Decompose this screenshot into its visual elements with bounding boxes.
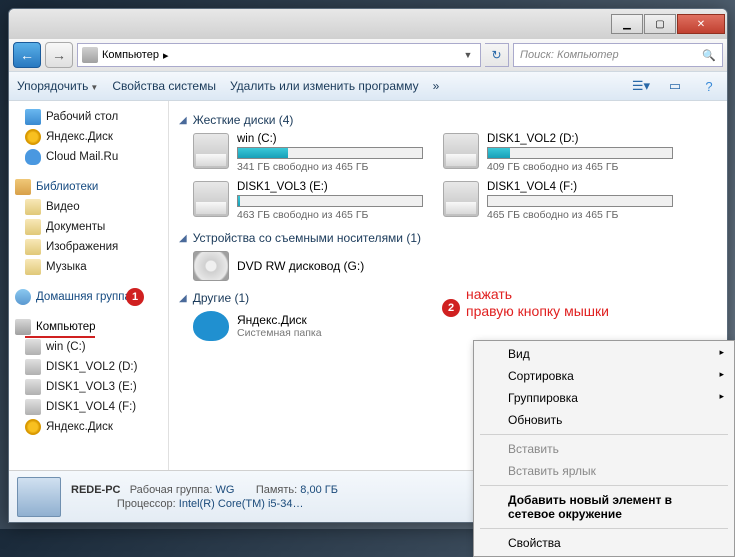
desktop-icon [25,109,41,125]
maximize-button[interactable]: ▢ [644,14,676,34]
minimize-button[interactable]: ▁ [611,14,643,34]
drive-capacity-bar [487,147,673,159]
drive-label: DISK1_VOL4 (F:) [487,181,673,193]
cloud-icon [25,149,41,165]
section-header-removable[interactable]: ◢Устройства со съемными носителями (1) [179,231,717,245]
other-item-sublabel: Системная папка [237,327,322,339]
drive-icon [25,379,41,395]
folder-icon [25,239,41,255]
drive-free-text: 409 ГБ свободно из 465 ГБ [487,161,673,173]
ctx-add-network-location[interactable]: Добавить новый элемент в сетевое окружен… [476,489,732,525]
help-icon[interactable]: ? [699,76,719,96]
drive-capacity-bar [237,195,423,207]
section-header-hdd[interactable]: ◢Жесткие диски (4) [179,113,717,127]
address-bar[interactable]: Компьютер ▸ ▼ [77,43,481,67]
drive-icon [193,181,229,217]
annotation-badge-1: 1 [126,288,144,306]
ctx-refresh[interactable]: Обновить [476,409,732,431]
sidebar-item-drive-d[interactable]: DISK1_VOL2 (D:) [11,357,166,377]
sidebar-nav: Рабочий стол Яндекс.Диск Cloud Mail.Ru Б… [9,101,169,470]
view-icon[interactable]: ☰▾ [631,76,651,96]
yandexdisk-icon [193,311,229,341]
computer-large-icon [17,477,61,517]
drive-icon [193,133,229,169]
sidebar-item-drive-e[interactable]: DISK1_VOL3 (E:) [11,377,166,397]
system-properties-button[interactable]: Свойства системы [112,79,216,93]
breadcrumb-item[interactable]: Компьютер [102,49,159,61]
toolbar: Упорядочить▼ Свойства системы Удалить ил… [9,71,727,101]
ctx-properties[interactable]: Свойства [476,532,732,554]
annotation-badge-2: 2 [442,299,460,317]
annotation-text: нажатьправую кнопку мышки [466,286,609,320]
sidebar-item-computer[interactable]: Компьютер [11,317,166,337]
drive-item[interactable]: DISK1_VOL4 (F:) 465 ГБ свободно из 465 ГБ [443,181,673,221]
organize-menu[interactable]: Упорядочить▼ [17,79,98,93]
breadcrumb-separator: ▸ [163,49,169,62]
homegroup-icon [15,289,31,305]
forward-button[interactable]: → [45,42,73,68]
close-button[interactable]: ✕ [677,14,725,34]
drive-icon [25,339,41,355]
context-menu: Вид▸ Сортировка▸ Группировка▸ Обновить В… [473,340,735,557]
dvd-label: DVD RW дисковод (G:) [237,259,364,273]
preview-pane-icon[interactable]: ▭ [665,76,685,96]
drive-capacity-bar [487,195,673,207]
search-placeholder: Поиск: Компьютер [520,49,619,61]
yandexdisk-icon [25,129,41,145]
ctx-sort[interactable]: Сортировка▸ [476,365,732,387]
drive-label: DISK1_VOL3 (E:) [237,181,423,193]
sidebar-item-cloudmail[interactable]: Cloud Mail.Ru [11,147,166,167]
drive-icon [25,359,41,375]
folder-icon [25,199,41,215]
drive-item[interactable]: DISK1_VOL2 (D:) 409 ГБ свободно из 465 ГБ [443,133,673,173]
sidebar-item-video[interactable]: Видео [11,197,166,217]
dvd-icon [193,251,229,281]
hostname: REDE-PC [71,484,121,496]
drive-free-text: 341 ГБ свободно из 465 ГБ [237,161,423,173]
refresh-button[interactable]: ↻ [485,43,509,67]
yandexdisk-icon [25,419,41,435]
titlebar: ▁ ▢ ✕ [9,9,727,39]
back-button[interactable]: ← [13,42,41,68]
ctx-group[interactable]: Группировка▸ [476,387,732,409]
ctx-paste: Вставить [476,438,732,460]
drive-capacity-bar [237,147,423,159]
drive-item[interactable]: win (C:) 341 ГБ свободно из 465 ГБ [193,133,423,173]
computer-icon [15,319,31,335]
drive-free-text: 463 ГБ свободно из 465 ГБ [237,209,423,221]
sidebar-item-yandexdisk[interactable]: Яндекс.Диск [11,127,166,147]
sidebar-item-drive-f[interactable]: DISK1_VOL4 (F:) [11,397,166,417]
drive-icon [443,133,479,169]
search-icon: 🔍 [702,49,716,62]
sidebar-item-desktop[interactable]: Рабочий стол [11,107,166,127]
other-item-label: Яндекс.Диск [237,313,322,327]
sidebar-item-documents[interactable]: Документы [11,217,166,237]
folder-icon [25,219,41,235]
ctx-paste-shortcut: Вставить ярлык [476,460,732,482]
sidebar-item-pictures[interactable]: Изображения [11,237,166,257]
sidebar-item-yandexdisk2[interactable]: Яндекс.Диск [11,417,166,437]
folder-icon [25,259,41,275]
uninstall-button[interactable]: Удалить или изменить программу [230,79,419,93]
drive-icon [443,181,479,217]
search-input[interactable]: Поиск: Компьютер 🔍 [513,43,723,67]
ctx-view[interactable]: Вид▸ [476,343,732,365]
drive-item[interactable]: DISK1_VOL3 (E:) 463 ГБ свободно из 465 ГБ [193,181,423,221]
overflow-chevron[interactable]: » [433,79,440,93]
sidebar-item-libraries[interactable]: Библиотеки [11,177,166,197]
computer-icon [82,47,98,63]
libraries-icon [15,179,31,195]
dvd-drive[interactable]: DVD RW дисковод (G:) [193,251,717,281]
drive-label: DISK1_VOL2 (D:) [487,133,673,145]
sidebar-item-music[interactable]: Музыка [11,257,166,277]
address-dropdown[interactable]: ▼ [460,50,476,60]
navbar: ← → Компьютер ▸ ▼ ↻ Поиск: Компьютер 🔍 [9,39,727,71]
drive-label: win (C:) [237,133,423,145]
drive-icon [25,399,41,415]
drive-free-text: 465 ГБ свободно из 465 ГБ [487,209,673,221]
sidebar-item-drive-c[interactable]: win (C:) [11,337,166,357]
